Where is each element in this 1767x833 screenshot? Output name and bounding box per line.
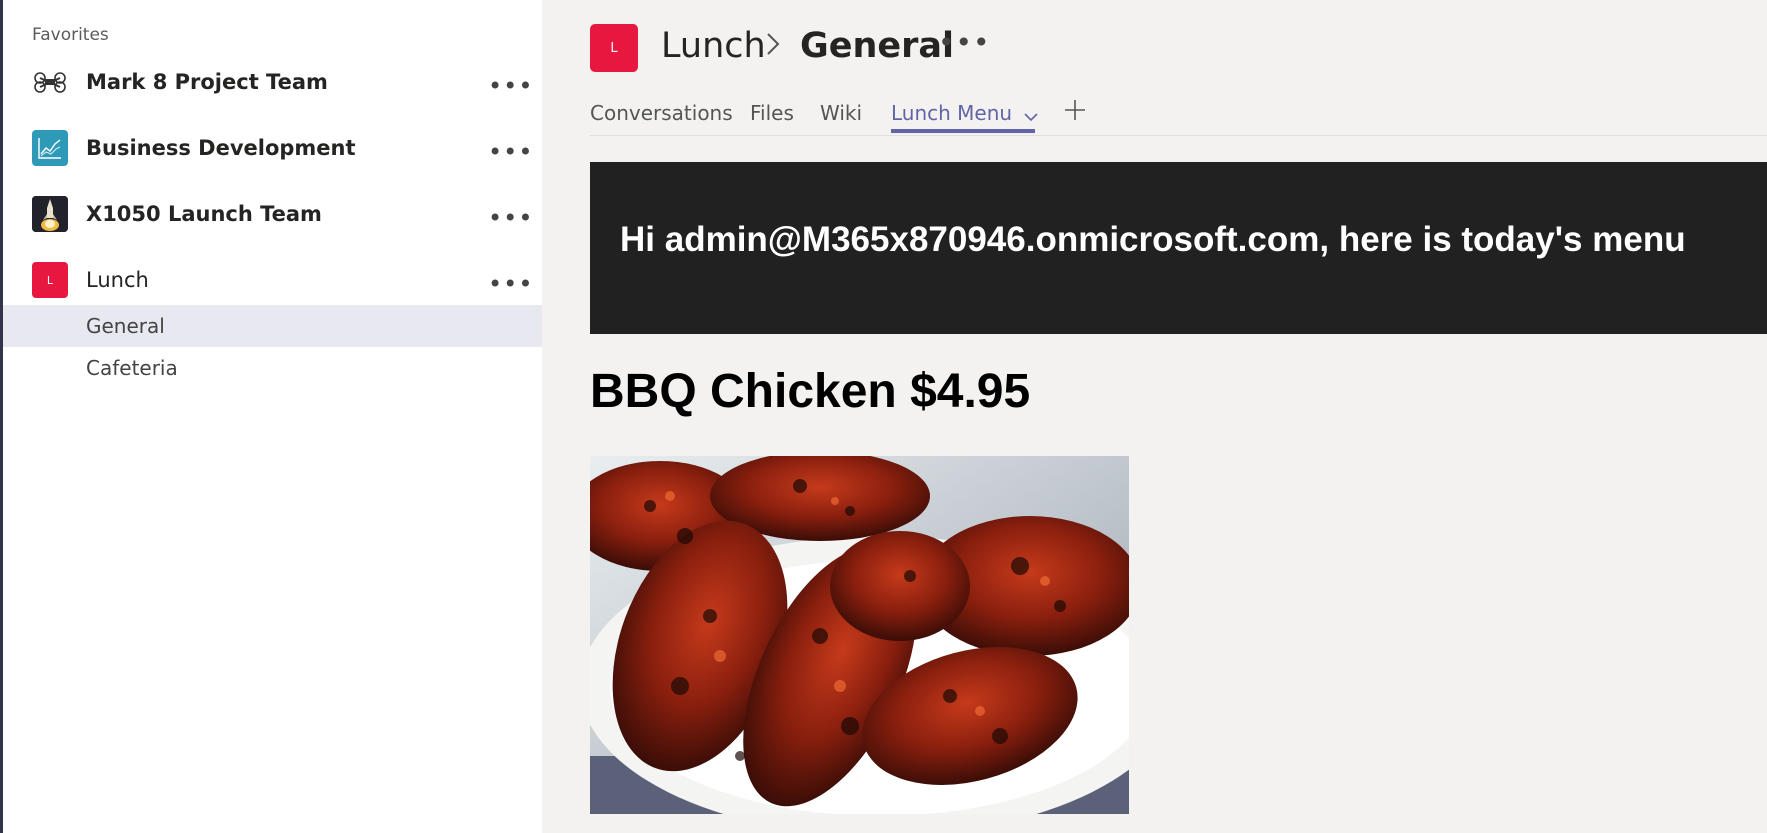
chevron-right-icon [765,30,781,62]
channel-cafeteria[interactable]: Cafeteria [3,347,542,389]
more-options-icon[interactable]: ••• [488,272,533,296]
team-x1050-launch-team[interactable]: X1050 Launch Team ••• [3,184,542,244]
chart-icon [32,130,68,166]
channel-name: Cafeteria [86,356,178,380]
tabs-divider [590,135,1767,136]
more-options-icon[interactable]: ••• [488,206,533,230]
active-tab-indicator [891,129,1035,133]
sidebar: Favorites Mark 8 Project Team ••• Busine… [0,0,542,833]
more-options-icon[interactable]: ••• [488,140,533,164]
rocket-icon [32,196,68,232]
team-business-development[interactable]: Business Development ••• [3,118,542,178]
more-options-icon[interactable]: ••• [488,74,533,98]
channel-name: General [86,314,165,338]
add-tab-icon[interactable] [1063,98,1087,126]
team-mark-8-project-team[interactable]: Mark 8 Project Team ••• [3,52,542,112]
team-name: Business Development [86,136,356,160]
lunch-header-avatar: L [590,24,638,72]
lunch-team-avatar: L [32,262,68,298]
team-name: X1050 Launch Team [86,202,322,226]
favorites-label: Favorites [32,25,109,45]
team-name: Lunch [86,268,149,292]
tab-conversations[interactable]: Conversations [590,101,733,125]
tab-wiki[interactable]: Wiki [820,101,862,125]
bbq-chicken-photo [570,451,1180,833]
channel-general[interactable]: General [3,305,542,347]
team-lunch[interactable]: L Lunch ••• [3,250,542,310]
channel-more-options-icon[interactable]: ••• [938,29,991,57]
tab-label: Lunch Menu [891,101,1013,125]
tab-files[interactable]: Files [750,101,794,125]
welcome-message: Hi admin@M365x870946.onmicrosoft.com, he… [620,220,1686,259]
breadcrumb-team[interactable]: Lunch [661,26,766,66]
tab-lunch-menu[interactable]: Lunch Menu [891,101,1039,127]
welcome-banner: Hi admin@M365x870946.onmicrosoft.com, he… [590,162,1767,334]
chevron-down-icon[interactable] [1024,103,1039,127]
team-name: Mark 8 Project Team [86,70,328,94]
breadcrumb-channel: General [800,26,954,66]
drone-icon [32,64,68,100]
dish-title: BBQ Chicken $4.95 [590,365,1031,418]
